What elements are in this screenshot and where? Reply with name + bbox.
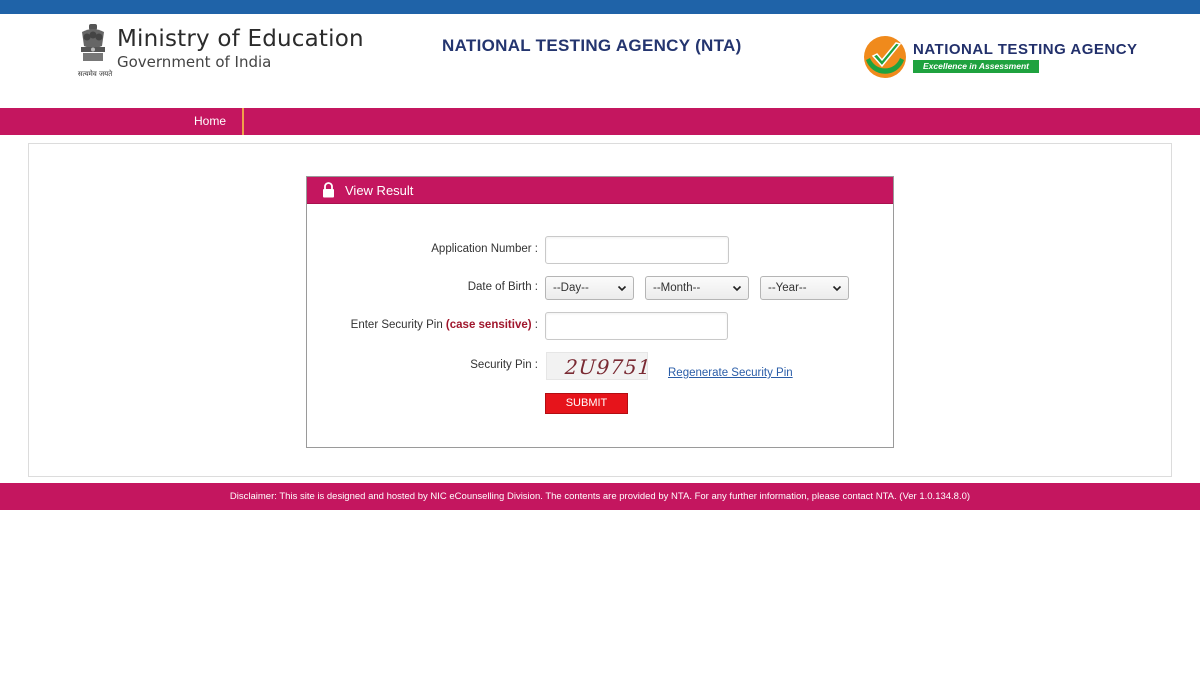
year-select-value: --Year-- bbox=[768, 282, 807, 294]
application-number-input[interactable] bbox=[545, 236, 729, 264]
ministry-subtitle: Government of India bbox=[117, 53, 272, 71]
month-select[interactable]: --Month-- bbox=[645, 276, 749, 300]
nta-logo-name: NATIONAL TESTING AGENCY bbox=[913, 41, 1138, 58]
lock-icon bbox=[323, 182, 334, 198]
site-header: सत्यमेव जयते Ministry of Education Gover… bbox=[0, 14, 1200, 106]
footer-disclaimer: Disclaimer: This site is designed and ho… bbox=[229, 491, 971, 502]
top-blue-strip bbox=[0, 0, 1200, 14]
day-select-value: --Day-- bbox=[553, 282, 589, 294]
ministry-title: Ministry of Education bbox=[117, 26, 364, 52]
dob-label: Date of Birth : bbox=[467, 281, 538, 293]
year-select[interactable]: --Year-- bbox=[760, 276, 849, 300]
main-navbar: Home bbox=[0, 108, 1200, 135]
submit-button[interactable]: SUBMIT bbox=[545, 393, 628, 414]
footer-bar: Disclaimer: This site is designed and ho… bbox=[0, 483, 1200, 510]
panel-header: View Result bbox=[307, 177, 893, 204]
chevron-down-icon bbox=[732, 285, 742, 292]
captcha-text: 2U9751 bbox=[564, 355, 653, 379]
page-title: NATIONAL TESTING AGENCY (NTA) bbox=[442, 36, 742, 55]
security-pin-label-colon: : bbox=[534, 319, 538, 331]
security-pin-label-text: Enter Security Pin bbox=[350, 319, 443, 331]
regenerate-security-pin-link[interactable]: Regenerate Security Pin bbox=[668, 367, 793, 379]
nta-checkmark-logo-icon bbox=[864, 36, 906, 78]
month-select-value: --Month-- bbox=[653, 282, 701, 294]
nav-item-home[interactable]: Home bbox=[178, 108, 244, 135]
application-number-label: Application Number : bbox=[431, 243, 538, 255]
security-pin-input-label: Enter Security Pin (case sensitive) : bbox=[310, 319, 538, 331]
chevron-down-icon bbox=[832, 285, 842, 292]
case-sensitive-note: (case sensitive) bbox=[445, 319, 532, 331]
security-pin-input[interactable] bbox=[545, 312, 728, 340]
captcha-label: Security Pin : bbox=[470, 359, 538, 371]
chevron-down-icon bbox=[617, 285, 627, 292]
day-select[interactable]: --Day-- bbox=[545, 276, 634, 300]
nta-logo-tagline: Excellence in Assessment bbox=[913, 60, 1039, 73]
emblem-caption: सत्यमेव जयते bbox=[77, 70, 113, 78]
captcha-image: 2U9751 bbox=[546, 352, 652, 380]
panel-title: View Result bbox=[345, 183, 414, 198]
